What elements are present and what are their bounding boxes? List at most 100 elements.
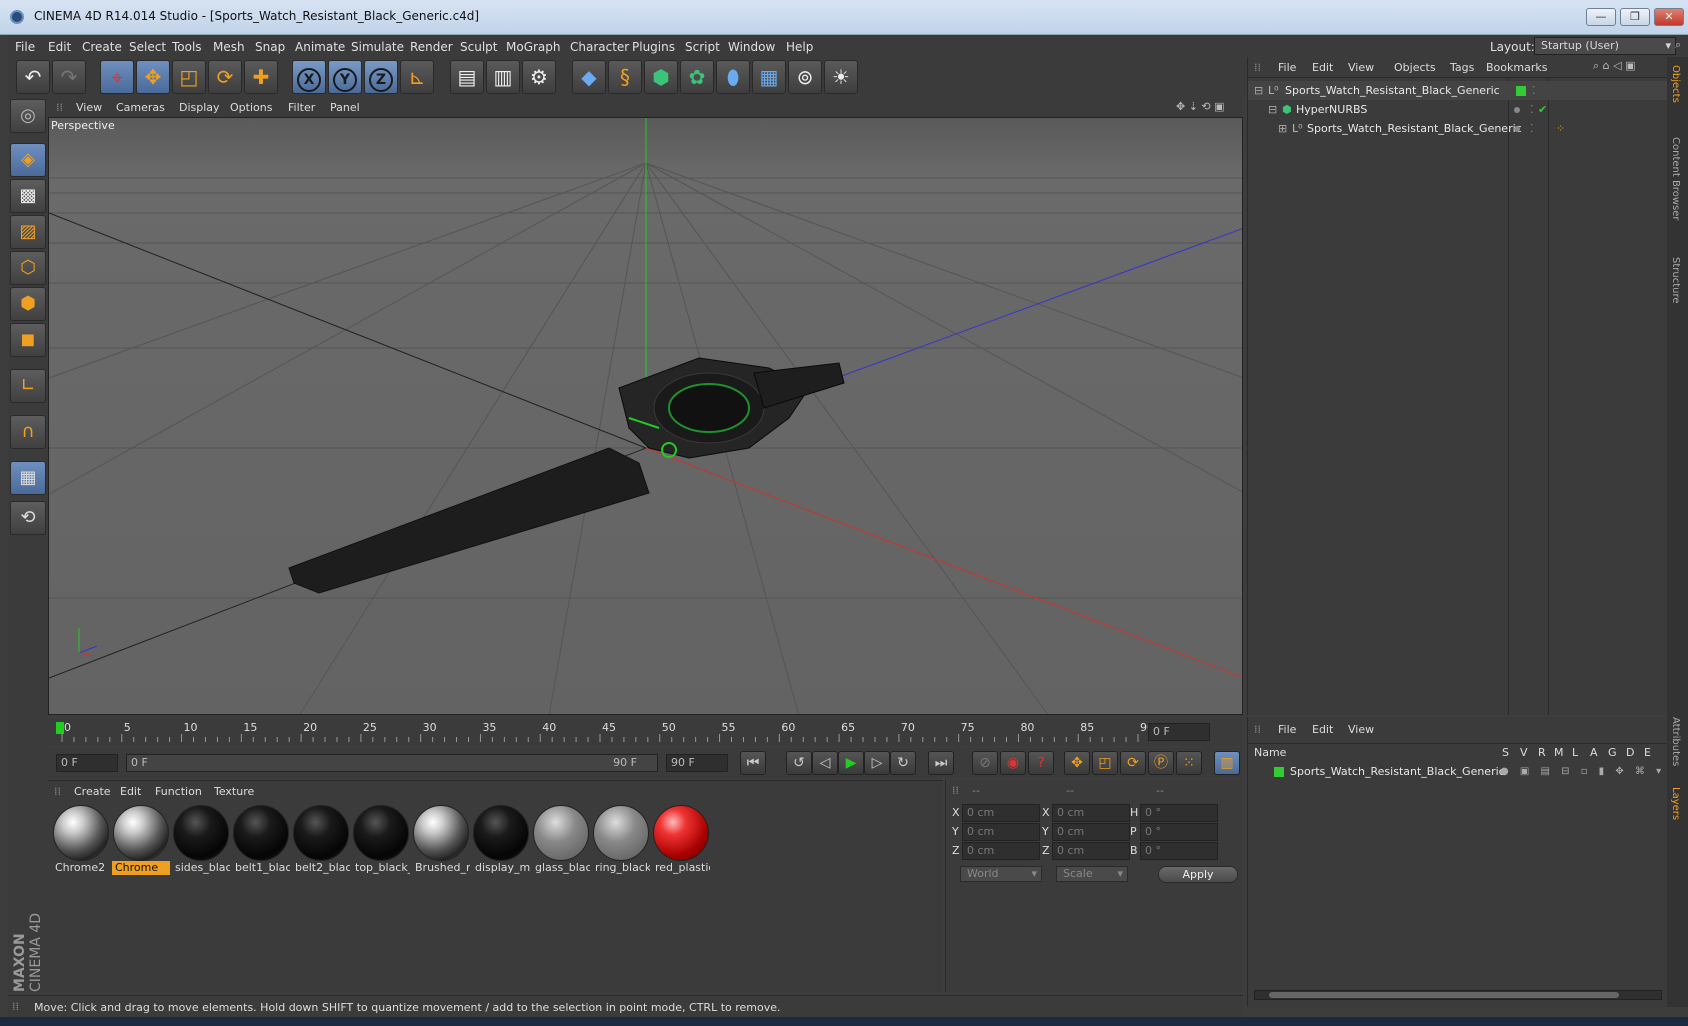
locked-workplane-icon[interactable]: ⟲	[10, 501, 46, 535]
workplane-icon[interactable]: ▨	[10, 215, 46, 249]
collapse-icon[interactable]: ⊟	[1268, 100, 1277, 119]
menu-snap[interactable]: Snap	[255, 40, 285, 54]
keyframe-selection-icon[interactable]: ?	[1028, 751, 1054, 775]
tab-attributes[interactable]: Attributes	[1670, 717, 1681, 766]
range-slider[interactable]: 0 F 90 F	[126, 754, 658, 772]
timeline-window-icon[interactable]: ▥	[1214, 751, 1240, 775]
polygons-mode-icon[interactable]: ◼	[10, 323, 46, 357]
light-icon[interactable]: ☀	[824, 60, 858, 94]
autokey-icon[interactable]: ◉	[1000, 751, 1026, 775]
key-parameter-icon[interactable]: Ⓟ	[1148, 751, 1174, 775]
object-row[interactable]: ⊟ ⬢ HyperNURBS ⁚ ✔	[1248, 100, 1668, 119]
y-axis-lock-icon[interactable]: Y	[328, 60, 362, 94]
coord-value-field[interactable]: 0 cm	[962, 842, 1040, 860]
live-selection-icon[interactable]: ⌖	[100, 60, 134, 94]
menu-window[interactable]: Window	[728, 40, 775, 54]
collapse-icon[interactable]: ⊟	[1254, 81, 1263, 100]
workplane-lock-icon[interactable]: ▦	[10, 461, 46, 495]
render-settings-icon[interactable]: ⚙	[522, 60, 556, 94]
minimize-button[interactable]: —	[1586, 8, 1616, 26]
camera-icon[interactable]: ⊚	[788, 60, 822, 94]
layer-flag-icons[interactable]: ● ▣ ▤ ⊟ ▫ ▮ ✥ ⌘ ▾	[1500, 762, 1665, 781]
visibility-dots-icon[interactable]: ⁚	[1530, 119, 1534, 138]
material-swatch[interactable]: sides_black	[172, 805, 230, 877]
array-icon[interactable]: ✿	[680, 60, 714, 94]
coord-value-field[interactable]: 0 cm	[1052, 842, 1130, 860]
make-editable-icon[interactable]: ◎	[10, 99, 46, 133]
material-swatch[interactable]: Chrome2	[52, 805, 110, 877]
axis-mode-icon[interactable]: ∟	[10, 369, 46, 403]
prev-frame-icon[interactable]: ◁	[812, 751, 838, 775]
nurbs-icon[interactable]: ⬢	[644, 60, 678, 94]
next-key-icon[interactable]: ↻	[890, 751, 916, 775]
material-swatch[interactable]: Brushed_m	[412, 805, 470, 877]
undo-icon[interactable]: ↶	[16, 60, 50, 94]
prev-key-icon[interactable]: ↺	[786, 751, 812, 775]
apply-button[interactable]: Apply	[1158, 866, 1238, 883]
move-icon[interactable]: ✥	[136, 60, 170, 94]
coord-value-field[interactable]: 0 cm	[962, 823, 1040, 841]
menu-plugins[interactable]: Plugins	[632, 40, 675, 54]
material-swatch[interactable]: glass_black	[532, 805, 590, 877]
layer-row[interactable]: Sports_Watch_Resistant_Black_Generic ● ▣…	[1248, 762, 1668, 781]
tab-content-browser[interactable]: Content Browser	[1670, 137, 1681, 220]
restore-button[interactable]: ❐	[1620, 8, 1650, 26]
key-pla-icon[interactable]: ⁙	[1176, 751, 1202, 775]
drag-handle-icon[interactable]: ⁞⁞	[952, 784, 959, 797]
material-swatch[interactable]: red_plastic	[652, 805, 710, 877]
render-picture-viewer-icon[interactable]: ▥	[486, 60, 520, 94]
viewport-menu-panel[interactable]: Panel	[330, 101, 360, 114]
drag-handle-icon[interactable]: ⁞⁞	[1254, 723, 1261, 736]
coord-value-field[interactable]: 0 cm	[1052, 804, 1130, 822]
menu-help[interactable]: Help	[786, 40, 813, 54]
object-menu-objects[interactable]: Objects	[1394, 61, 1436, 74]
coord-value-field[interactable]: 0 °	[1140, 842, 1218, 860]
horizontal-scrollbar[interactable]	[1254, 990, 1662, 1000]
close-button[interactable]: ✕	[1654, 8, 1684, 26]
points-mode-icon[interactable]: ⬡	[10, 251, 46, 285]
goto-end-icon[interactable]: ⏭	[928, 751, 954, 775]
menu-simulate[interactable]: Simulate	[351, 40, 404, 54]
menu-create[interactable]: Create	[82, 40, 122, 54]
tab-structure[interactable]: Structure	[1670, 257, 1681, 304]
play-icon[interactable]: ▶	[838, 751, 864, 775]
material-swatch[interactable]: belt1_black	[232, 805, 290, 877]
menu-animate[interactable]: Animate	[295, 40, 345, 54]
object-menu-bookmarks[interactable]: Bookmarks	[1486, 61, 1547, 74]
viewport-menu-view[interactable]: View	[76, 101, 102, 114]
layout-dropdown[interactable]: Startup (User) ▾	[1534, 37, 1676, 55]
menu-render[interactable]: Render	[410, 40, 453, 54]
rotate-icon[interactable]: ⟳	[208, 60, 242, 94]
layer-menu-file[interactable]: File	[1278, 723, 1296, 736]
spline-icon[interactable]: §	[608, 60, 642, 94]
search-icon[interactable]: ⌕	[1675, 38, 1681, 52]
menu-mesh[interactable]: Mesh	[213, 40, 245, 54]
menu-select[interactable]: Select	[129, 40, 166, 54]
menu-file[interactable]: File	[15, 40, 35, 54]
x-axis-lock-icon[interactable]: X	[292, 60, 326, 94]
viewport-menu-display[interactable]: Display	[179, 101, 220, 114]
coord-value-field[interactable]: 0 °	[1140, 823, 1218, 841]
menu-character[interactable]: Character	[570, 40, 629, 54]
visibility-dots-icon[interactable]: ⁚	[1532, 81, 1536, 100]
material-tag-icon[interactable]: ⁘	[1556, 119, 1565, 138]
deformer-icon[interactable]: ⬮	[716, 60, 750, 94]
menu-tools[interactable]: Tools	[172, 40, 202, 54]
object-nav-icons[interactable]: ⌕ ⌂ ◁ ▣	[1593, 59, 1636, 73]
key-position-icon[interactable]: ✥	[1064, 751, 1090, 775]
coordinate-system-icon[interactable]: ⊾	[400, 60, 434, 94]
scale-dropdown[interactable]: Scale ▾	[1056, 866, 1128, 882]
object-row[interactable]: ⊞ L⁰ Sports_Watch_Resistant_Black_Generi…	[1248, 119, 1668, 138]
object-row[interactable]: ⊟ L⁰ Sports_Watch_Resistant_Black_Generi…	[1248, 81, 1668, 100]
record-keys-icon[interactable]: ⊘	[972, 751, 998, 775]
snap-magnet-icon[interactable]: ∩	[10, 415, 46, 449]
viewport-menu-filter[interactable]: Filter	[288, 101, 315, 114]
model-mode-icon[interactable]: ◈	[10, 143, 46, 177]
material-swatch[interactable]: display_ma	[472, 805, 530, 877]
drag-handle-icon[interactable]: ⁞⁞	[1254, 61, 1261, 74]
material-menu-create[interactable]: Create	[74, 785, 111, 798]
viewport-menu-options[interactable]: Options	[230, 101, 272, 114]
material-menu-texture[interactable]: Texture	[214, 785, 254, 798]
cube-icon[interactable]: ◆	[572, 60, 606, 94]
end-frame-field[interactable]: 90 F	[666, 754, 728, 772]
